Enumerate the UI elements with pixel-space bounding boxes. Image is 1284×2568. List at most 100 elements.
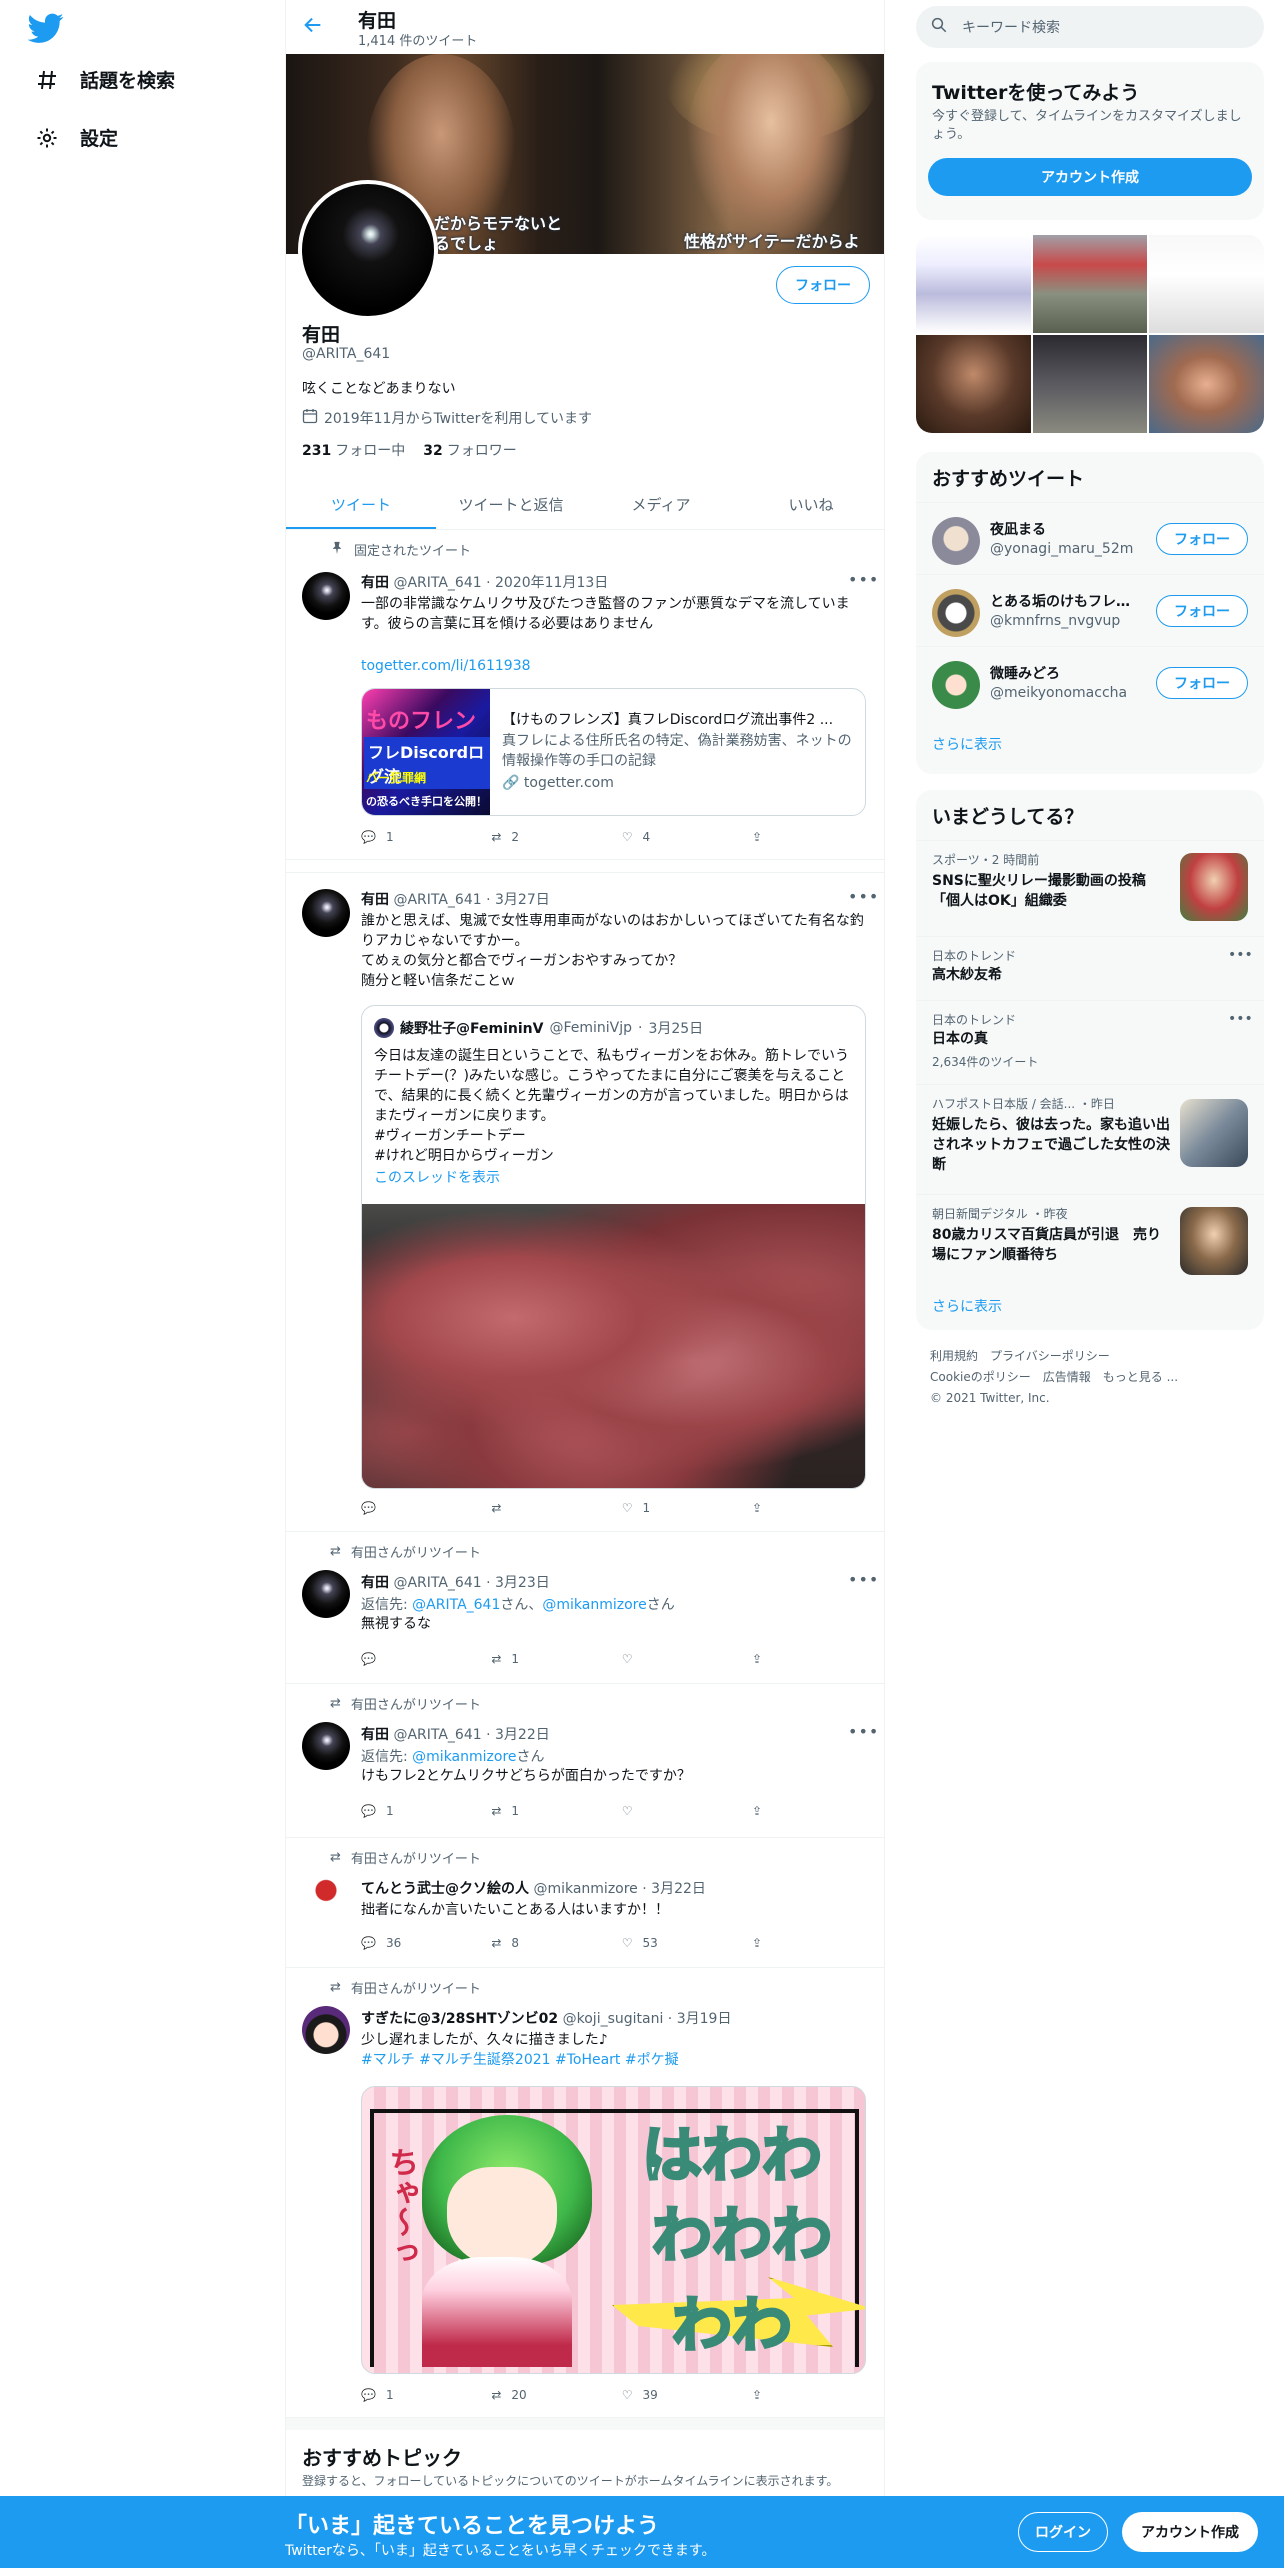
footer-link[interactable]: もっと見る ... [1103,1370,1178,1384]
share-button[interactable]: ⇪ [752,1936,781,1950]
trend-item[interactable]: ハフポスト日本版 / 会話... ・昨日 妊娠したら、彼は去った。家も追い出され… [916,1084,1264,1194]
share-button[interactable]: ⇪ [752,1652,781,1666]
footer-link[interactable]: 利用規約 [930,1349,978,1363]
followers-link[interactable]: 32 フォロワー [423,440,516,460]
tweet-retweet-3[interactable]: ⇄ 有田さんがリツイート てんとう武士@クソ絵の人 @mikanmizore ·… [286,1838,884,1968]
reply-to-mention[interactable]: @mikanmizore [542,1597,646,1613]
tweet-hashtags[interactable]: #マルチ #マルチ生誕祭2021 #ToHeart #ポケ擬 [361,2050,866,2070]
tweet-date[interactable]: 3月22日 [651,1881,706,1897]
reply-button[interactable]: 💬 1 [361,830,491,844]
tweet-link[interactable]: togetter.com/li/1611938 [361,656,866,676]
tweet-date[interactable]: 3月19日 [677,2011,732,2027]
follow-button[interactable]: フォロー [1156,523,1248,555]
retweet-button[interactable]: ⇄ 1 [491,1804,621,1818]
tab-media[interactable]: メディア [586,480,736,529]
nav-settings[interactable]: 設定 [34,124,118,151]
trend-item[interactable]: 日本のトレンド 高木紗友希 ••• [916,936,1264,1000]
like-button[interactable]: ♡ [622,1804,752,1818]
quoted-image[interactable] [362,1204,865,1488]
show-more-link[interactable]: さらに表示 [932,734,1002,754]
show-thread-link[interactable]: このスレッドを表示 [374,1168,854,1188]
tab-tweets-replies[interactable]: ツイートと返信 [436,480,586,529]
media-thumb[interactable] [1032,235,1148,333]
avatar[interactable] [302,2006,350,2054]
footer-link[interactable]: 広告情報 [1043,1370,1091,1384]
avatar[interactable] [302,1570,350,1618]
login-button[interactable]: ログイン [1018,2512,1108,2552]
author-name[interactable]: 有田 [361,1727,389,1743]
nav-explore[interactable]: 話題を検索 [34,66,175,93]
tweet-date[interactable]: 3月23日 [495,1575,550,1591]
reply-button[interactable]: 💬 1 [361,2388,491,2402]
author-name[interactable]: 有田 [361,575,389,591]
footer-link[interactable]: Cookieのポリシー [930,1370,1031,1384]
author-name[interactable]: てんとう武士@クソ絵の人 [361,1881,529,1897]
trend-item[interactable]: スポーツ・2 時間前 SNSに聖火リレー撮影動画の投稿「個人はOK」組織委 [916,840,1264,936]
author-name[interactable]: 有田 [361,1575,389,1591]
more-icon[interactable]: ••• [848,887,879,906]
author-name[interactable]: すぎたに@3/28SHTゾンビ02 [361,2011,558,2027]
retweet-button[interactable]: ⇄ [491,1501,621,1515]
media-thumb[interactable] [1149,335,1264,433]
retweet-button[interactable]: ⇄ 1 [491,1652,621,1666]
media-thumb[interactable] [916,235,1031,333]
retweet-button[interactable]: ⇄ 20 [491,2388,621,2402]
reply-button[interactable]: 💬 [361,1501,491,1515]
retweet-button[interactable]: ⇄ 2 [491,830,621,844]
share-button[interactable]: ⇪ [752,2388,781,2402]
tweet-date[interactable]: 3月22日 [495,1727,550,1743]
avatar[interactable] [302,1876,350,1924]
like-button[interactable]: ♡ 39 [622,2388,752,2402]
back-arrow-icon[interactable] [302,14,328,40]
tweet-retweet-1[interactable]: ⇄ 有田さんがリツイート 有田 @ARITA_641 · 3月23日 ••• 返… [286,1532,884,1684]
twitter-logo-icon[interactable] [27,10,64,46]
trend-item[interactable]: 日本のトレンド 日本の真 2,634件のツイート ••• [916,1000,1264,1084]
follow-button[interactable]: フォロー [776,266,870,304]
link-card[interactable]: ものフレンズ フレDiscordログ流 バー犯罪網 の恐るべき手口を公開！ 【け… [361,688,866,816]
reply-to-mention[interactable]: @ARITA_641 [412,1597,500,1613]
reply-button[interactable]: 💬 1 [361,1804,491,1818]
like-button[interactable]: ♡ [622,1652,752,1666]
media-thumb[interactable] [916,335,1031,433]
following-link[interactable]: 231 フォロー中 [302,440,405,460]
tweet-retweet-4[interactable]: ⇄ 有田さんがリツイート すぎたに@3/28SHTゾンビ02 @koji_sug… [286,1968,884,2418]
media-thumb[interactable] [1149,235,1264,333]
footer-link[interactable]: プライバシーポリシー [990,1349,1110,1363]
reply-to-mention[interactable]: @mikanmizore [412,1749,516,1765]
reply-button[interactable]: 💬 36 [361,1936,491,1950]
share-button[interactable]: ⇪ [752,1804,781,1818]
like-button[interactable]: ♡ 53 [622,1936,752,1950]
reply-button[interactable]: 💬 [361,1652,491,1666]
author-name[interactable]: 有田 [361,892,389,908]
create-account-button[interactable]: アカウント作成 [928,158,1252,196]
share-button[interactable]: ⇪ [752,1501,781,1515]
show-more-link[interactable]: さらに表示 [932,1296,1002,1316]
tab-likes[interactable]: いいね [736,480,884,529]
avatar[interactable] [302,889,350,937]
tweet-date[interactable]: 3月27日 [495,892,550,908]
media-thumb[interactable] [1032,335,1148,433]
tweet-quote[interactable]: 有田 @ARITA_641 · 3月27日 ••• 誰かと思えば、鬼滅で女性専用… [286,872,884,1532]
search-input[interactable]: キーワード検索 [916,6,1264,48]
recommended-account[interactable]: とある垢のけもフレ... @kmnfrns_nvgvup フォロー [916,574,1264,646]
follow-button[interactable]: フォロー [1156,595,1248,627]
profile-avatar[interactable] [298,180,438,320]
retweet-button[interactable]: ⇄ 8 [491,1936,621,1950]
more-icon[interactable]: ••• [1228,947,1253,963]
signup-button[interactable]: アカウント作成 [1122,2512,1258,2552]
share-button[interactable]: ⇪ [752,830,781,844]
trend-item[interactable]: 朝日新聞デジタル ・昨夜 80歳カリスマ百貨店員が引退 売り場にファン順番待ち [916,1194,1264,1290]
like-button[interactable]: ♡ 4 [622,830,752,844]
more-icon[interactable]: ••• [848,570,879,589]
follow-button[interactable]: フォロー [1156,667,1248,699]
tweet-image[interactable]: ちゃ〜っ はわわ わわわ わわ [361,2086,866,2374]
tweet-pinned[interactable]: 固定されたツイート 有田 @ARITA_641 · 2020年11月13日 ••… [286,530,884,860]
avatar[interactable] [302,572,350,620]
more-icon[interactable]: ••• [1228,1011,1253,1027]
tweet-date[interactable]: 2020年11月13日 [495,575,608,591]
like-button[interactable]: ♡ 1 [622,1501,752,1515]
tab-tweets[interactable]: ツイート [286,480,436,529]
recommended-account[interactable]: 夜凪まる @yonagi_maru_52m フォロー [916,502,1264,574]
tweet-retweet-2[interactable]: ⇄ 有田さんがリツイート 有田 @ARITA_641 · 3月22日 ••• 返… [286,1684,884,1838]
more-icon[interactable]: ••• [848,1570,879,1589]
